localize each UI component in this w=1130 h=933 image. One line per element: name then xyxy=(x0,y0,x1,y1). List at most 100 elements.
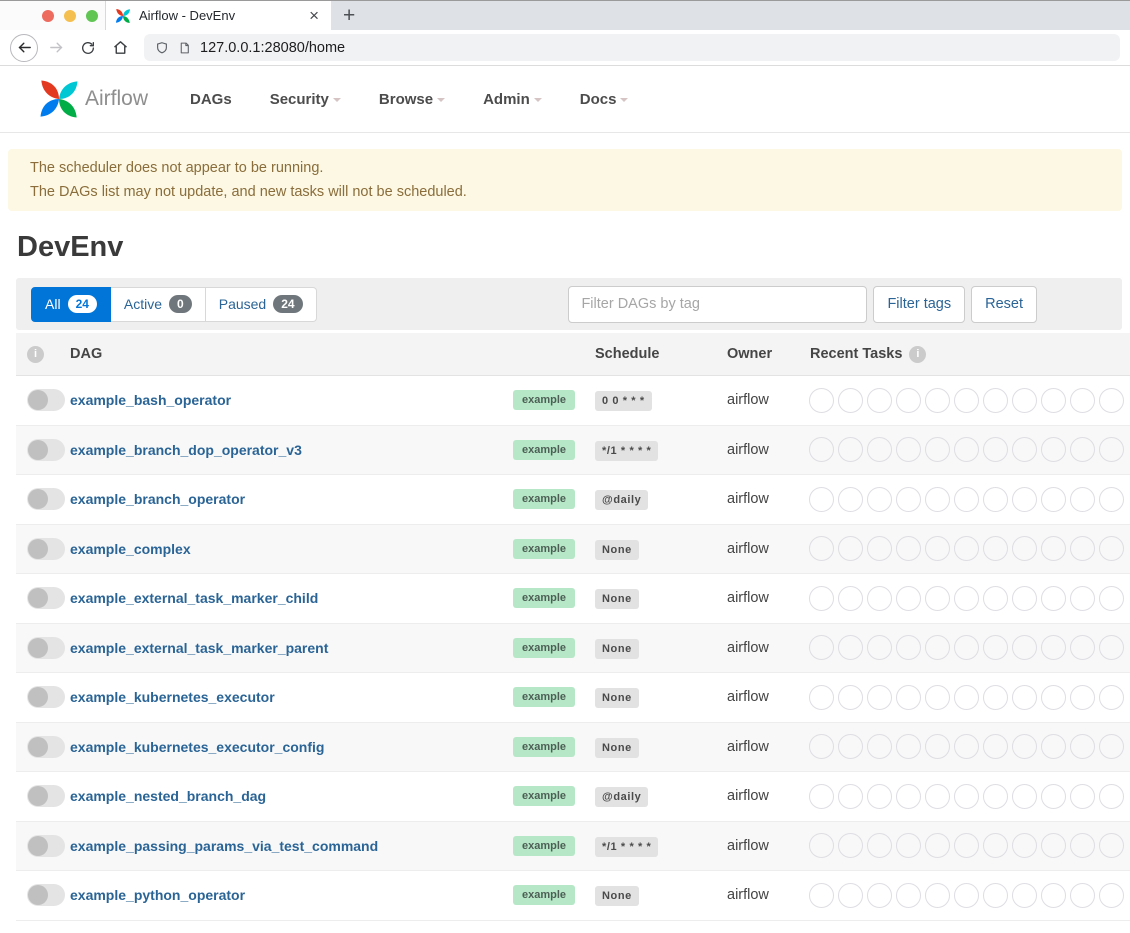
task-state-circle[interactable] xyxy=(1041,784,1066,809)
task-state-circle[interactable] xyxy=(1070,388,1095,413)
task-state-circle[interactable] xyxy=(983,437,1008,462)
task-state-circle[interactable] xyxy=(838,437,863,462)
task-state-circle[interactable] xyxy=(954,437,979,462)
schedule-badge[interactable]: None xyxy=(595,738,639,758)
schedule-badge[interactable]: */1 * * * * xyxy=(595,441,658,461)
task-state-circle[interactable] xyxy=(1070,536,1095,561)
task-state-circle[interactable] xyxy=(925,833,950,858)
schedule-badge[interactable]: None xyxy=(595,589,639,609)
task-state-circle[interactable] xyxy=(983,586,1008,611)
task-state-circle[interactable] xyxy=(954,635,979,660)
task-state-circle[interactable] xyxy=(1070,685,1095,710)
task-state-circle[interactable] xyxy=(838,833,863,858)
task-state-circle[interactable] xyxy=(954,883,979,908)
dag-pause-toggle[interactable] xyxy=(27,637,65,659)
task-state-circle[interactable] xyxy=(896,536,921,561)
dag-tag-badge[interactable]: example xyxy=(513,786,575,806)
task-state-circle[interactable] xyxy=(809,734,834,759)
dag-tag-badge[interactable]: example xyxy=(513,687,575,707)
task-state-circle[interactable] xyxy=(1012,388,1037,413)
dag-name-link[interactable]: example_external_task_marker_child xyxy=(70,590,318,606)
task-state-circle[interactable] xyxy=(954,536,979,561)
task-state-circle[interactable] xyxy=(1041,635,1066,660)
task-state-circle[interactable] xyxy=(1099,536,1124,561)
task-state-circle[interactable] xyxy=(954,734,979,759)
task-state-circle[interactable] xyxy=(838,883,863,908)
dag-pause-toggle[interactable] xyxy=(27,587,65,609)
task-state-circle[interactable] xyxy=(925,635,950,660)
task-state-circle[interactable] xyxy=(896,833,921,858)
task-state-circle[interactable] xyxy=(983,883,1008,908)
new-tab-button[interactable]: + xyxy=(331,5,367,26)
task-state-circle[interactable] xyxy=(867,536,892,561)
task-state-circle[interactable] xyxy=(925,437,950,462)
dag-pause-toggle[interactable] xyxy=(27,686,65,708)
dag-pause-toggle[interactable] xyxy=(27,538,65,560)
filter-tags-button[interactable]: Filter tags xyxy=(873,286,965,323)
task-state-circle[interactable] xyxy=(1099,734,1124,759)
task-state-circle[interactable] xyxy=(1041,883,1066,908)
task-state-circle[interactable] xyxy=(1099,883,1124,908)
task-state-circle[interactable] xyxy=(1099,586,1124,611)
dag-name-link[interactable]: example_bash_operator xyxy=(70,392,231,408)
dag-name-link[interactable]: example_branch_operator xyxy=(70,491,245,507)
task-state-circle[interactable] xyxy=(1012,833,1037,858)
task-state-circle[interactable] xyxy=(867,833,892,858)
minimize-window-button[interactable] xyxy=(64,10,76,22)
task-state-circle[interactable] xyxy=(809,784,834,809)
airflow-brand[interactable]: Airflow xyxy=(38,78,148,120)
task-state-circle[interactable] xyxy=(809,833,834,858)
dag-pause-toggle[interactable] xyxy=(27,785,65,807)
dag-pause-toggle[interactable] xyxy=(27,439,65,461)
task-state-circle[interactable] xyxy=(954,388,979,413)
task-state-circle[interactable] xyxy=(1012,536,1037,561)
task-state-circle[interactable] xyxy=(1070,635,1095,660)
task-state-circle[interactable] xyxy=(867,586,892,611)
task-state-circle[interactable] xyxy=(954,685,979,710)
dag-pause-toggle[interactable] xyxy=(27,389,65,411)
task-state-circle[interactable] xyxy=(838,388,863,413)
task-state-circle[interactable] xyxy=(1099,635,1124,660)
dag-name-link[interactable]: example_complex xyxy=(70,541,191,557)
task-state-circle[interactable] xyxy=(896,487,921,512)
task-state-circle[interactable] xyxy=(983,388,1008,413)
close-window-button[interactable] xyxy=(42,10,54,22)
task-state-circle[interactable] xyxy=(983,734,1008,759)
task-state-circle[interactable] xyxy=(1041,586,1066,611)
tracking-protection-shield-icon[interactable] xyxy=(155,40,169,56)
task-state-circle[interactable] xyxy=(1099,437,1124,462)
dag-pause-toggle[interactable] xyxy=(27,736,65,758)
task-state-circle[interactable] xyxy=(896,734,921,759)
task-state-circle[interactable] xyxy=(896,635,921,660)
site-info-page-icon[interactable] xyxy=(178,40,191,56)
tab-active-dags[interactable]: Active 0 xyxy=(111,287,206,322)
task-state-circle[interactable] xyxy=(1012,883,1037,908)
nav-item-docs[interactable]: Docs xyxy=(580,91,629,108)
dag-tag-badge[interactable]: example xyxy=(513,638,575,658)
task-state-circle[interactable] xyxy=(1041,487,1066,512)
task-state-circle[interactable] xyxy=(809,883,834,908)
task-state-circle[interactable] xyxy=(809,635,834,660)
task-state-circle[interactable] xyxy=(809,437,834,462)
browser-tab[interactable]: Airflow - DevEnv × xyxy=(105,1,331,30)
task-state-circle[interactable] xyxy=(1012,586,1037,611)
task-state-circle[interactable] xyxy=(896,388,921,413)
task-state-circle[interactable] xyxy=(838,635,863,660)
schedule-badge[interactable]: None xyxy=(595,540,639,560)
task-state-circle[interactable] xyxy=(809,536,834,561)
task-state-circle[interactable] xyxy=(1012,437,1037,462)
schedule-badge[interactable]: 0 0 * * * xyxy=(595,391,652,411)
task-state-circle[interactable] xyxy=(925,536,950,561)
task-state-circle[interactable] xyxy=(983,833,1008,858)
task-state-circle[interactable] xyxy=(867,437,892,462)
nav-item-security[interactable]: Security xyxy=(270,91,341,108)
task-state-circle[interactable] xyxy=(838,487,863,512)
dag-tag-badge[interactable]: example xyxy=(513,390,575,410)
schedule-badge[interactable]: */1 * * * * xyxy=(595,837,658,857)
task-state-circle[interactable] xyxy=(896,437,921,462)
task-state-circle[interactable] xyxy=(867,734,892,759)
task-state-circle[interactable] xyxy=(1070,487,1095,512)
task-state-circle[interactable] xyxy=(1041,734,1066,759)
task-state-circle[interactable] xyxy=(867,487,892,512)
nav-item-browse[interactable]: Browse xyxy=(379,91,445,108)
